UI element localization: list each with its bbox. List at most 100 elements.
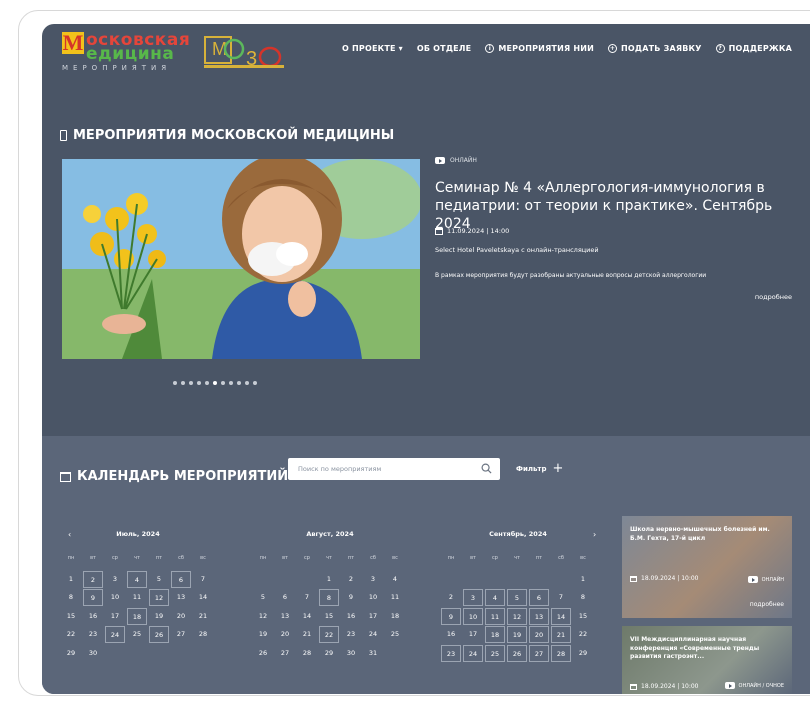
calendar-day[interactable]: 23 xyxy=(83,626,103,643)
calendar-day[interactable]: 4 xyxy=(127,570,147,588)
nav-apply[interactable]: + ПОДАТЬ ЗАЯВКУ xyxy=(608,44,702,53)
calendar-day[interactable]: 22 xyxy=(319,626,339,643)
calendar-day[interactable]: 10 xyxy=(105,589,125,606)
calendar-day[interactable]: 28 xyxy=(551,644,571,662)
calendar-day[interactable]: 23 xyxy=(341,626,361,643)
nav-about[interactable]: О ПРОЕКТЕ ▾ xyxy=(342,44,403,53)
event-card[interactable]: VII Междисциплинарная научная конференци… xyxy=(622,626,792,694)
calendar-day[interactable]: 12 xyxy=(253,608,273,625)
calendar-day[interactable]: 9 xyxy=(441,607,461,625)
carousel-dot[interactable] xyxy=(197,381,201,385)
calendar-day[interactable]: 24 xyxy=(105,626,125,643)
calendar-day[interactable]: 28 xyxy=(193,626,213,643)
calendar-day[interactable]: 26 xyxy=(253,645,273,662)
calendar-day[interactable]: 26 xyxy=(507,644,527,662)
calendar-day[interactable]: 2 xyxy=(83,570,103,588)
filter-button[interactable]: Фильтр + xyxy=(516,462,563,475)
calendar-day[interactable]: 13 xyxy=(275,608,295,625)
calendar-day[interactable]: 11 xyxy=(385,589,405,606)
calendar-day[interactable]: 29 xyxy=(61,645,81,662)
calendar-day[interactable]: 25 xyxy=(127,626,147,643)
calendar-day[interactable]: 19 xyxy=(253,626,273,643)
calendar-day[interactable]: 1 xyxy=(61,571,81,588)
calendar-day[interactable]: 20 xyxy=(529,626,549,643)
calendar-day[interactable]: 27 xyxy=(529,644,549,662)
calendar-day[interactable]: 23 xyxy=(441,644,461,662)
calendar-day[interactable]: 15 xyxy=(573,608,593,625)
calendar-day[interactable]: 6 xyxy=(275,589,295,606)
calendar-day[interactable]: 19 xyxy=(149,608,169,625)
calendar-day[interactable]: 8 xyxy=(319,589,339,606)
calendar-day[interactable]: 2 xyxy=(441,589,461,606)
calendar-day[interactable]: 14 xyxy=(297,608,317,625)
nav-events-nii[interactable]: i МЕРОПРИЯТИЯ НИИ xyxy=(485,44,594,53)
calendar-day[interactable]: 3 xyxy=(105,571,125,588)
calendar-day[interactable]: 16 xyxy=(441,626,461,643)
carousel-dot[interactable] xyxy=(205,381,209,385)
calendar-day[interactable]: 2 xyxy=(341,571,361,588)
calendar-day[interactable]: 15 xyxy=(319,608,339,625)
calendar-day[interactable]: 13 xyxy=(529,607,549,625)
calendar-day[interactable]: 8 xyxy=(61,589,81,606)
calendar-day[interactable]: 28 xyxy=(297,645,317,662)
calendar-day[interactable]: 7 xyxy=(193,571,213,588)
calendar-day[interactable]: 9 xyxy=(83,589,103,606)
calendar-day[interactable]: 18 xyxy=(485,626,505,643)
calendar-day[interactable]: 16 xyxy=(341,608,361,625)
calendar-day[interactable]: 1 xyxy=(319,571,339,588)
calendar-day[interactable]: 24 xyxy=(463,644,483,662)
calendar-day[interactable]: 11 xyxy=(127,589,147,606)
calendar-day[interactable]: 30 xyxy=(83,645,103,662)
calendar-day[interactable]: 6 xyxy=(171,570,191,588)
calendar-day[interactable]: 15 xyxy=(61,608,81,625)
carousel-dot[interactable] xyxy=(237,381,241,385)
calendar-day[interactable]: 6 xyxy=(529,589,549,606)
calendar-day[interactable]: 3 xyxy=(363,571,383,588)
calendar-day[interactable]: 11 xyxy=(485,607,505,625)
carousel-dot[interactable] xyxy=(189,381,193,385)
calendar-day[interactable]: 4 xyxy=(385,571,405,588)
calendar-day[interactable]: 21 xyxy=(297,626,317,643)
calendar-day[interactable]: 5 xyxy=(507,589,527,606)
calendar-day[interactable]: 20 xyxy=(171,608,191,625)
calendar-day[interactable]: 12 xyxy=(149,589,169,606)
search-icon[interactable] xyxy=(481,463,492,474)
calendar-day[interactable]: 25 xyxy=(385,626,405,643)
carousel-dot[interactable] xyxy=(221,381,225,385)
calendar-day[interactable]: 24 xyxy=(363,626,383,643)
calendar-day[interactable]: 13 xyxy=(171,589,191,606)
calendar-day[interactable]: 22 xyxy=(573,626,593,643)
event-more-link[interactable]: подробнее xyxy=(755,293,792,301)
calendar-day[interactable]: 14 xyxy=(193,589,213,606)
calendar-day[interactable]: 29 xyxy=(319,645,339,662)
event-card[interactable]: Школа нервно-мышечных болезней им. Б.М. … xyxy=(622,516,792,618)
calendar-day[interactable]: 9 xyxy=(341,589,361,606)
carousel-dot[interactable] xyxy=(181,381,185,385)
calendar-day[interactable]: 8 xyxy=(573,589,593,606)
calendar-day[interactable]: 26 xyxy=(149,626,169,643)
event-title[interactable]: Семинар № 4 «Аллергология-иммунология в … xyxy=(435,179,805,233)
next-month-arrow[interactable]: › xyxy=(593,530,596,539)
calendar-day[interactable]: 10 xyxy=(363,589,383,606)
calendar-day[interactable]: 7 xyxy=(297,589,317,606)
calendar-day[interactable]: 1 xyxy=(573,571,593,588)
calendar-day[interactable]: 25 xyxy=(485,644,505,662)
calendar-day[interactable]: 16 xyxy=(83,608,103,625)
calendar-day[interactable]: 31 xyxy=(363,645,383,662)
carousel-dot[interactable] xyxy=(245,381,249,385)
calendar-day[interactable]: 18 xyxy=(127,607,147,625)
calendar-day[interactable]: 12 xyxy=(507,607,527,625)
calendar-day[interactable]: 3 xyxy=(463,589,483,606)
calendar-day[interactable]: 27 xyxy=(275,645,295,662)
carousel-dot[interactable] xyxy=(229,381,233,385)
calendar-day[interactable]: 17 xyxy=(463,626,483,643)
card-more-link[interactable]: подробнее xyxy=(750,601,784,608)
calendar-day[interactable]: 17 xyxy=(363,608,383,625)
calendar-day[interactable]: 20 xyxy=(275,626,295,643)
calendar-day[interactable]: 4 xyxy=(485,589,505,606)
calendar-day[interactable]: 30 xyxy=(341,645,361,662)
calendar-day[interactable]: 5 xyxy=(149,571,169,588)
calendar-day[interactable]: 10 xyxy=(463,607,483,625)
carousel-dot[interactable] xyxy=(253,381,257,385)
calendar-day[interactable]: 5 xyxy=(253,589,273,606)
